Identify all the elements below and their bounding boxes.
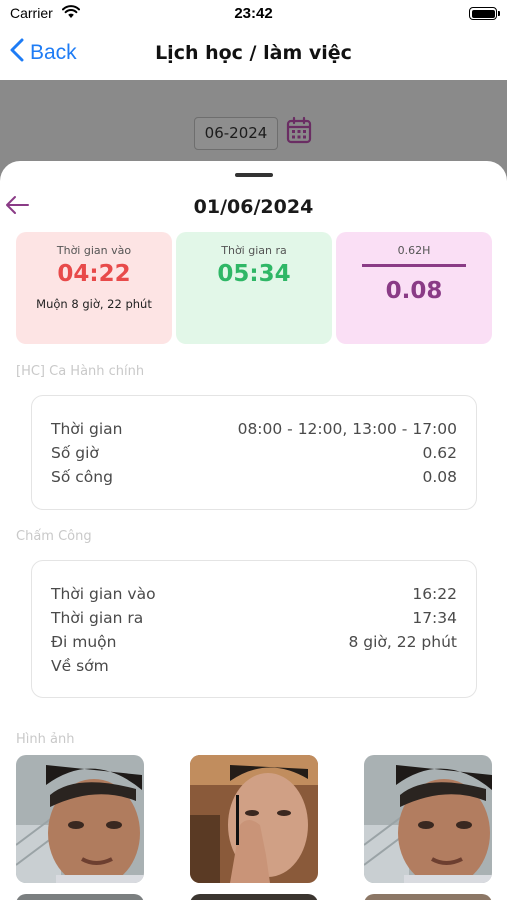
late-note: Muộn 8 giờ, 22 phút — [36, 297, 152, 311]
attendance-photo[interactable] — [16, 755, 144, 883]
info-value: 08:00 - 12:00, 13:00 - 17:00 — [237, 420, 457, 438]
hours-card: 0.62H 0.08 — [336, 232, 492, 344]
status-bar: Carrier 23:42 — [0, 0, 507, 30]
attendance-section-title: Chấm Công — [16, 529, 92, 544]
check-in-label: Thời gian vào — [56, 244, 132, 257]
info-value: 0.62 — [422, 444, 457, 462]
check-out-card: Thời gian ra 05:34 — [176, 232, 332, 344]
shift-section-title: [HC] Ca Hành chính — [16, 364, 145, 379]
info-key: Số công — [51, 468, 113, 486]
info-row: Thời gian vào 16:22 — [51, 585, 457, 607]
info-key: Thời gian vào — [51, 585, 156, 603]
attendance-photo[interactable] — [16, 894, 144, 900]
attendance-info-box: Thời gian vào 16:22 Thời gian ra 17:34 Đ… — [31, 560, 477, 698]
images-section-title: Hình ảnh — [16, 732, 75, 747]
status-time: 23:42 — [234, 5, 273, 22]
attendance-photo[interactable] — [190, 894, 318, 900]
attendance-photo[interactable] — [364, 894, 492, 900]
check-out-label: Thời gian ra — [221, 244, 287, 257]
selected-date: 01/06/2024 — [193, 196, 314, 218]
info-row: Số giờ 0.62 — [51, 444, 457, 466]
info-row: Đi muộn 8 giờ, 22 phút — [51, 633, 457, 655]
info-row: Thời gian ra 17:34 — [51, 609, 457, 631]
calendar-icon[interactable] — [286, 116, 312, 148]
battery-icon — [469, 7, 500, 20]
month-picker[interactable]: 06-2024 — [194, 117, 278, 150]
info-value: 16:22 — [412, 585, 457, 603]
check-in-card: Thời gian vào 04:22 Muộn 8 giờ, 22 phút — [16, 232, 172, 344]
info-key: Đi muộn — [51, 633, 117, 651]
check-out-time: 05:34 — [217, 261, 291, 287]
page-title: Lịch học / làm việc — [155, 42, 352, 64]
info-row: Về sớm — [51, 657, 457, 679]
navigation-bar: Back Lịch học / làm việc — [0, 30, 507, 80]
info-value: 0.08 — [422, 468, 457, 486]
info-key: Thời gian — [51, 420, 123, 438]
info-value: 17:34 — [412, 609, 457, 627]
info-row: Số công 0.08 — [51, 468, 457, 490]
info-key: Số giờ — [51, 444, 99, 462]
hours-divider — [362, 264, 466, 267]
info-row: Thời gian 08:00 - 12:00, 13:00 - 17:00 — [51, 420, 457, 442]
detail-sheet: 01/06/2024 Thời gian vào 04:22 Muộn 8 gi… — [0, 161, 507, 900]
check-in-time: 04:22 — [57, 261, 131, 287]
shift-info-box: Thời gian 08:00 - 12:00, 13:00 - 17:00 S… — [31, 395, 477, 510]
sheet-drag-handle[interactable] — [235, 173, 273, 177]
info-key: Thời gian ra — [51, 609, 144, 627]
info-value: 8 giờ, 22 phút — [348, 633, 458, 651]
hours-value: 0.08 — [385, 278, 443, 304]
hours-label: 0.62H — [397, 244, 431, 257]
attendance-photo[interactable] — [190, 755, 318, 883]
info-key: Về sớm — [51, 657, 109, 675]
attendance-photo[interactable] — [364, 755, 492, 883]
